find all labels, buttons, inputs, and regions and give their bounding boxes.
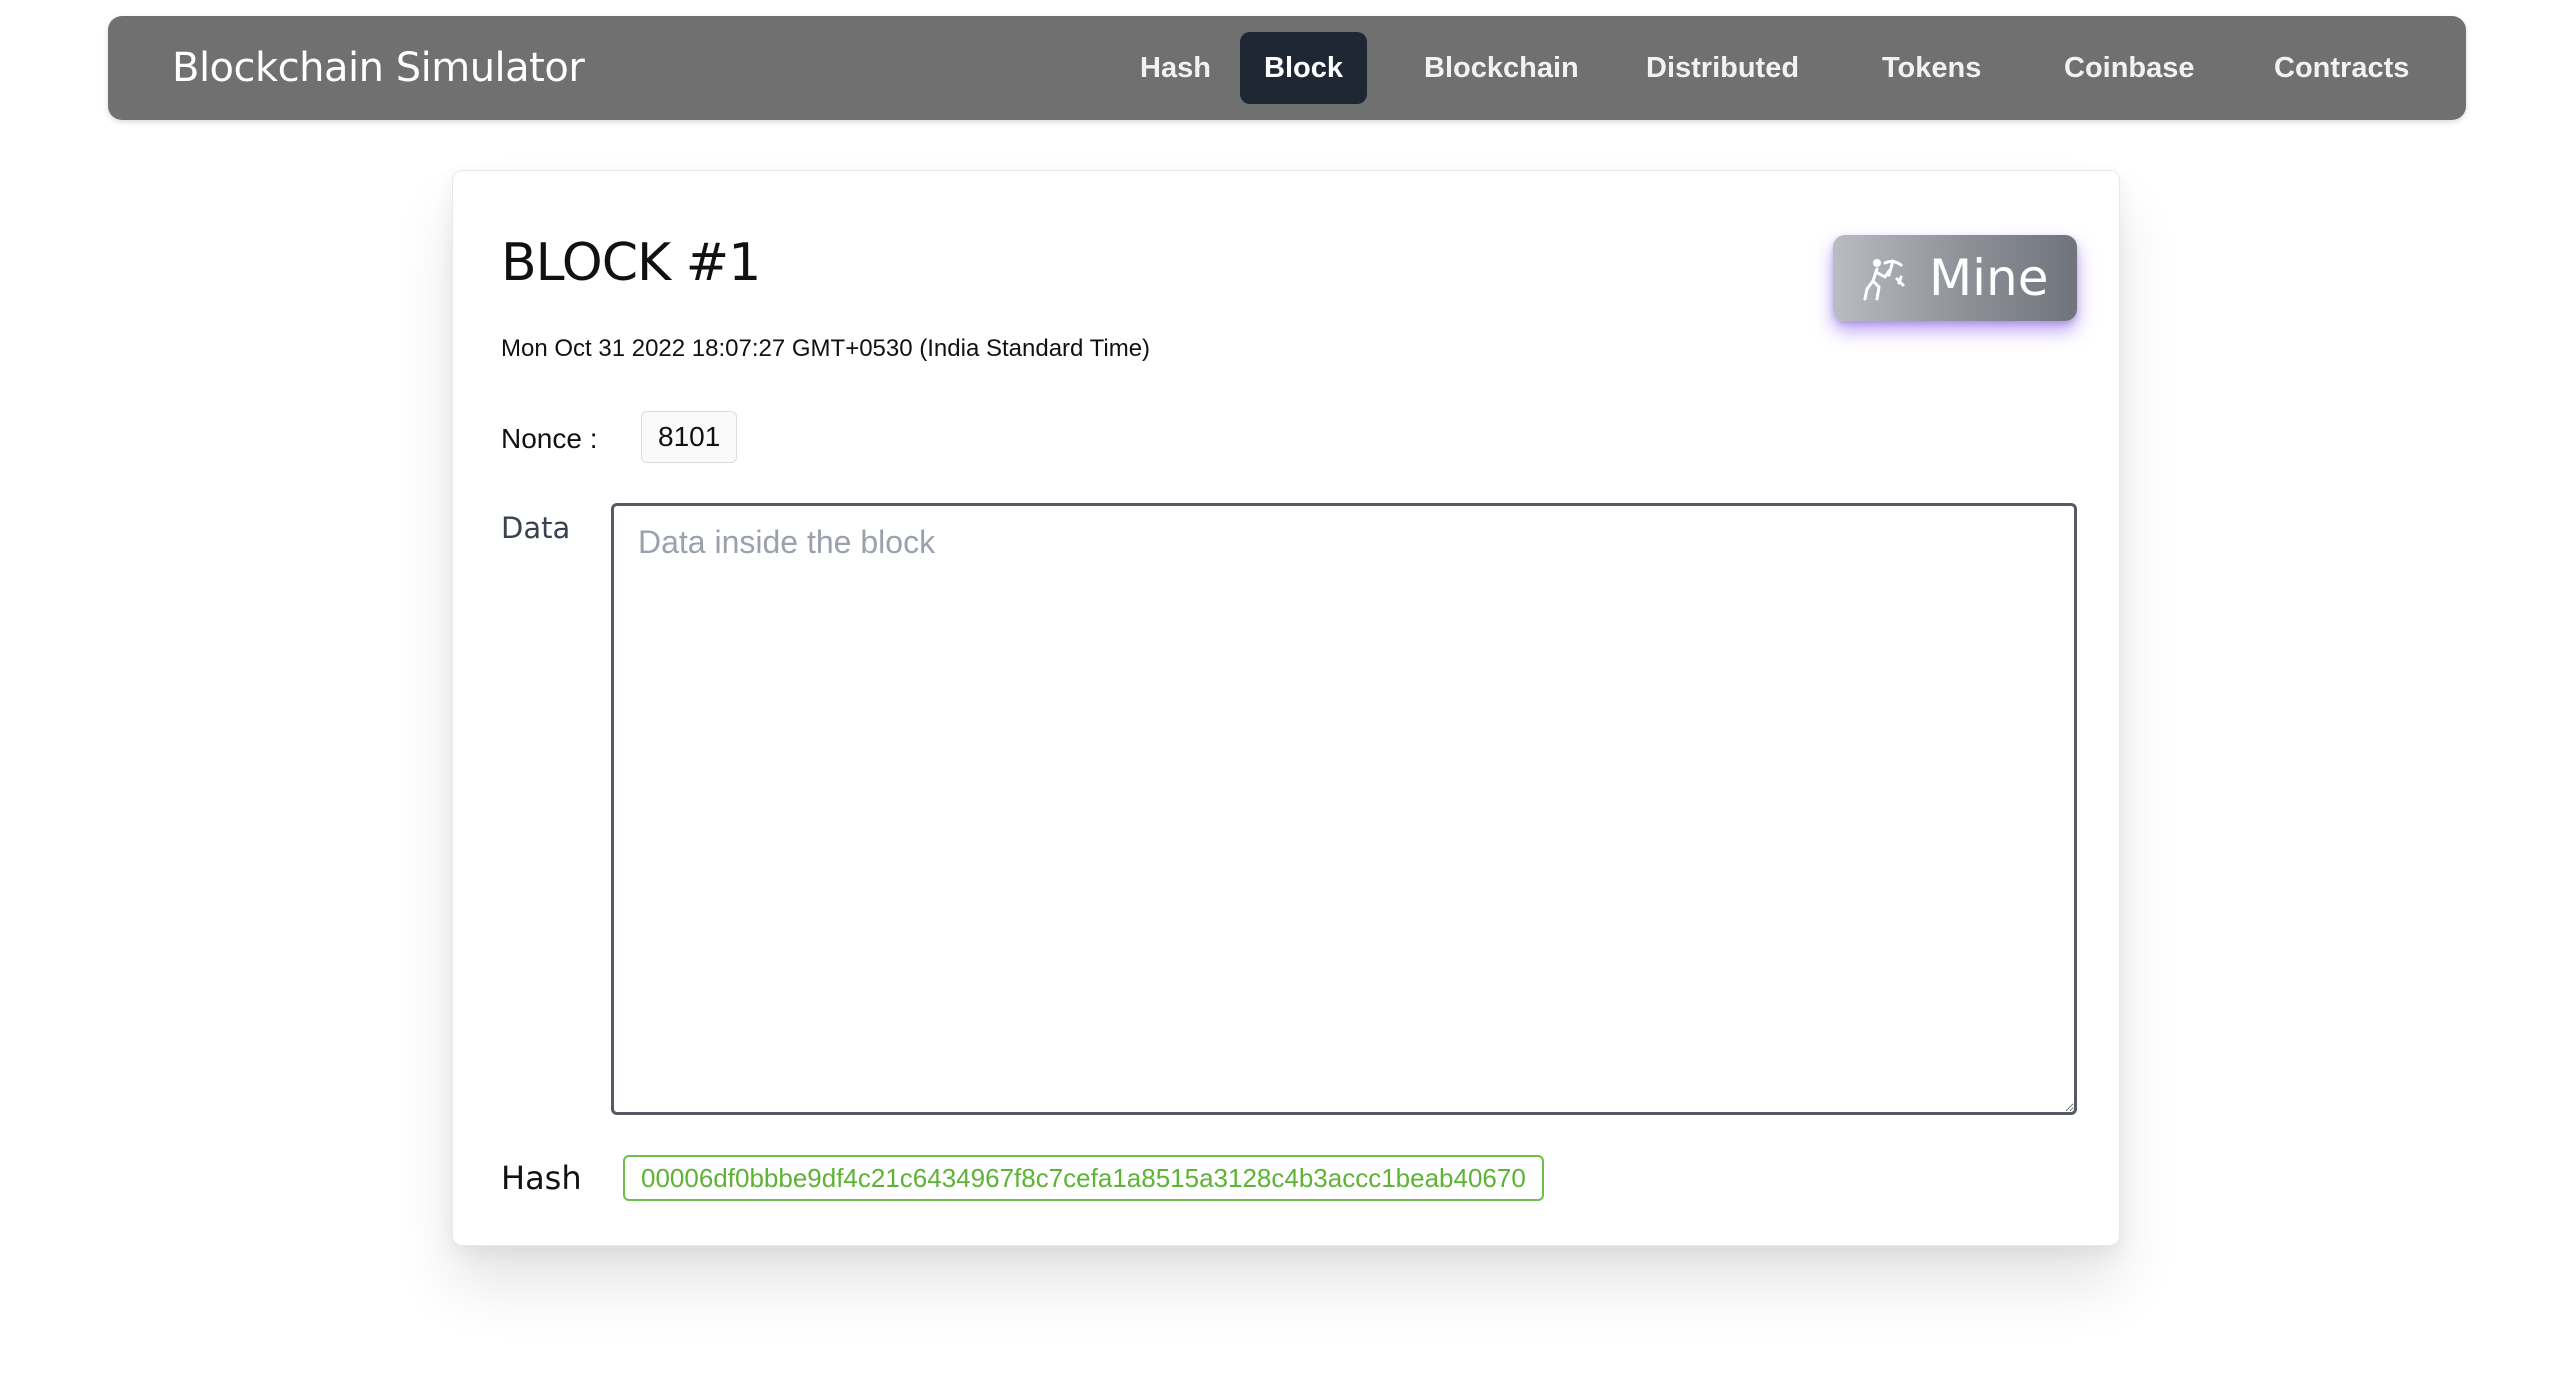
hash-label: Hash — [501, 1159, 582, 1197]
block-title: BLOCK #1 — [501, 233, 761, 293]
mine-button[interactable]: Mine — [1833, 235, 2077, 321]
nav-item-tokens[interactable]: Tokens — [1858, 32, 2005, 104]
nav-item-coinbase[interactable]: Coinbase — [2040, 32, 2219, 104]
nonce-label: Nonce : — [501, 423, 598, 454]
brand-title[interactable]: Blockchain Simulator — [172, 16, 585, 120]
top-navbar: Blockchain Simulator Hash Block Blockcha… — [108, 16, 2466, 120]
nonce-field[interactable]: 8101 — [641, 411, 738, 463]
mine-button-label: Mine — [1929, 249, 2049, 307]
block-timestamp: Mon Oct 31 2022 18:07:27 GMT+0530 (India… — [501, 335, 1151, 362]
miner-icon — [1863, 259, 1905, 301]
nav-item-distributed[interactable]: Distributed — [1622, 32, 1823, 104]
nav-item-contracts[interactable]: Contracts — [2250, 32, 2433, 104]
nav-item-block[interactable]: Block — [1240, 32, 1367, 104]
nav-item-hash[interactable]: Hash — [1116, 32, 1235, 104]
data-textarea[interactable] — [611, 503, 2077, 1115]
nav-item-blockchain[interactable]: Blockchain — [1400, 32, 1603, 104]
hash-value-badge: 00006df0bbbe9df4c21c6434967f8c7cefa1a851… — [623, 1155, 1544, 1201]
data-label: Data — [501, 511, 571, 545]
block-card: BLOCK #1 Mon Oct 31 2022 18:07:27 GMT+05… — [452, 170, 2120, 1246]
